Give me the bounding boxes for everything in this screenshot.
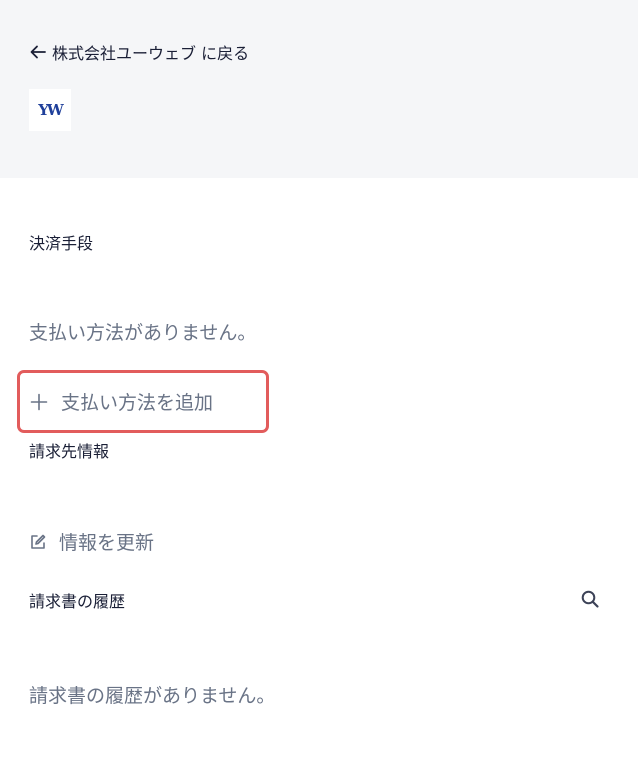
update-info-label: 情報を更新 xyxy=(59,532,155,554)
back-link[interactable]: 株式会社ユーウェブ に戻る xyxy=(29,40,249,64)
add-payment-method-label: 支払い方法を追加 xyxy=(61,392,214,414)
page-header: 株式会社ユーウェブ に戻る YW xyxy=(0,0,638,178)
invoice-search-button[interactable] xyxy=(578,587,602,611)
company-logo: YW xyxy=(29,89,71,131)
billing-info-heading: 請求先情報 xyxy=(29,442,110,461)
arrow-left-icon xyxy=(30,45,46,59)
no-payment-methods-text: 支払い方法がありません。 xyxy=(29,322,257,344)
back-link-label: 株式会社ユーウェブ に戻る xyxy=(52,44,250,63)
invoice-history-heading: 請求書の履歴 xyxy=(29,592,126,611)
plus-icon xyxy=(30,393,48,410)
no-invoice-history-text: 請求書の履歴がありません。 xyxy=(29,685,276,707)
payment-methods-heading: 決済手段 xyxy=(29,234,94,253)
search-icon xyxy=(581,590,599,608)
logo-text: YW xyxy=(38,101,64,119)
edit-icon xyxy=(31,534,46,549)
add-payment-method-button[interactable]: 支払い方法を追加 xyxy=(17,370,269,433)
update-info-button[interactable]: 情報を更新 xyxy=(29,528,154,555)
